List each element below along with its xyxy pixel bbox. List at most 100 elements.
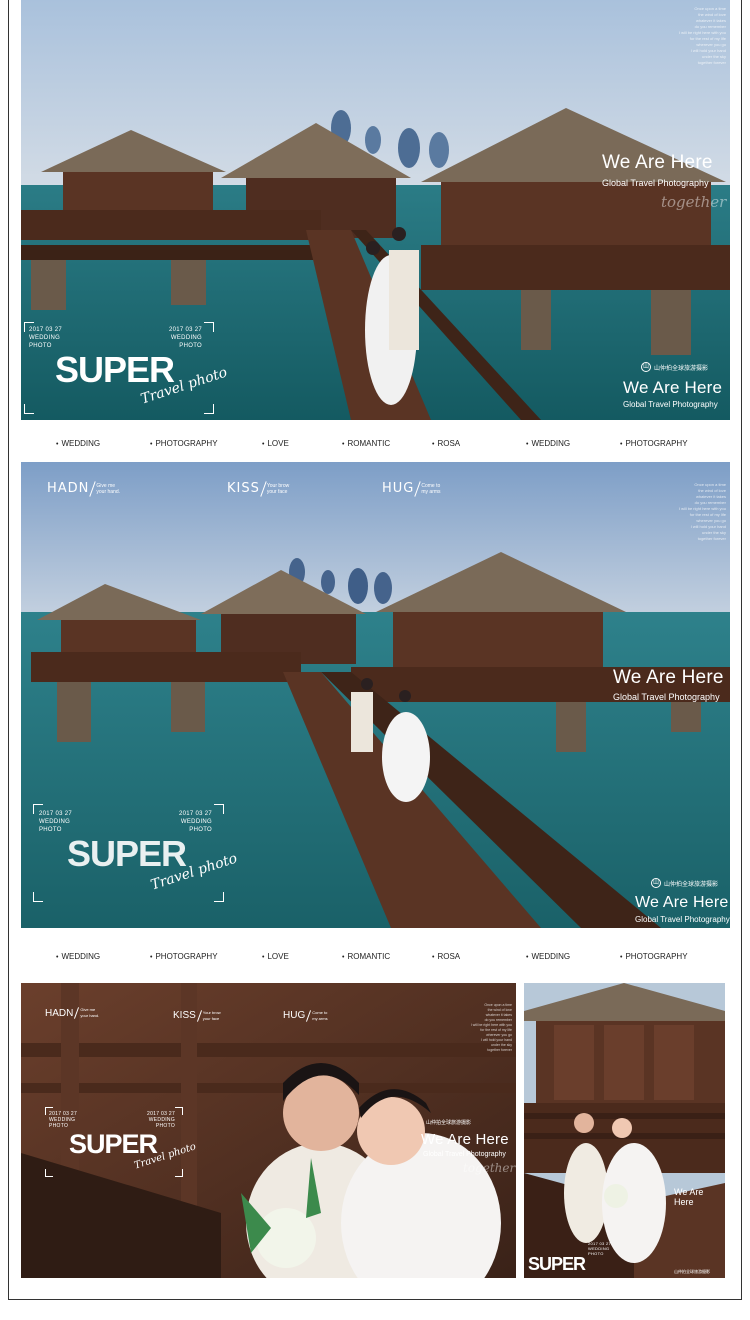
date-text-left: 2017 03 27 WEDDING PHOTO <box>49 1111 77 1129</box>
we-are-here-bottom: We Are Here <box>635 894 729 911</box>
date-text-right: 2017 03 27 WEDDING PHOTO <box>179 810 212 834</box>
wedding-photo-2: HADN Give me your hand. KISS Your brow your … <box>21 462 730 928</box>
date-text-right: 2017 03 27 WEDDING PHOTO <box>169 326 202 350</box>
keyword-big: HUG <box>382 481 415 497</box>
wedding-label: WEDDING <box>170 335 203 341</box>
studio-name: 山仲拍全球旅游摄影 <box>664 881 719 888</box>
frame-corner <box>214 892 224 902</box>
tag-row-2: WEDDING PHOTOGRAPHY LOVE ROMANTIC ROSA W… <box>20 952 732 966</box>
keyword-big: KISS <box>173 1010 196 1022</box>
date-label: 2017 03 27 <box>29 327 63 333</box>
poem-text: Once upon a time the wind of love whatev… <box>678 482 726 541</box>
date-text-left: 2017 03 27 WEDDING PHOTO <box>39 810 72 834</box>
keyword-sub-line: your face <box>266 488 288 495</box>
wedding-label: WEDDING <box>39 819 71 825</box>
keyword-divider <box>414 481 422 497</box>
tag-item: WEDDING <box>56 952 100 961</box>
studio-name: 山仲拍全球旅游摄影 <box>674 1269 710 1274</box>
poem-text: Once upon a time the wind of love whatev… <box>678 6 726 65</box>
frame-corner <box>175 1169 183 1177</box>
global-travel-text: Global Travel Photography <box>423 1151 506 1158</box>
keyword-sub: Your brow your face <box>267 483 289 495</box>
studio-name: 山仲拍全球旅游摄影 <box>426 1120 472 1126</box>
keyword-sub-line: Come to <box>312 1009 328 1015</box>
keyword-divider <box>89 481 97 497</box>
studio-logo: 山 山仲拍全球旅游摄影 <box>641 362 708 372</box>
super-title: SUPER <box>55 349 175 390</box>
keyword-sub: Come to my arms <box>312 1010 327 1022</box>
wedding-photo-1: Once upon a time the wind of love whatev… <box>21 0 730 420</box>
we-are-here-bottom: We Are Here <box>623 378 723 397</box>
keyword-hug: HUG Come to my arms <box>382 480 441 498</box>
global-travel-text: Global Travel Photography <box>613 692 720 702</box>
keyword-kiss: KISS Your brow your face <box>227 480 289 498</box>
keyword-sub-line: your hand. <box>80 1013 100 1018</box>
keyword-sub: Come to my arms <box>421 483 440 495</box>
we-are-here-title: We Are Here <box>421 1131 509 1148</box>
date-text-right: 2017 03 27 WEDDING PHOTO <box>147 1111 175 1129</box>
tag-item: WEDDING <box>526 439 570 448</box>
we-are-here-title: We Are Here <box>674 1187 704 1207</box>
wedding-photo-4: We Are Here SUPER 2017 03 27 WEDDING PHO… <box>524 983 725 1278</box>
keyword-sub-line: my arms <box>312 1015 328 1021</box>
studio-logo: 山仲拍全球旅游摄影 <box>426 1119 471 1126</box>
tag-item: ROMANTIC <box>342 439 390 448</box>
keyword-big: HADN <box>45 1007 74 1019</box>
keyword-divider <box>74 1007 80 1019</box>
keyword-sub-line: your hand. <box>96 488 121 495</box>
we-are-here-title: We Are Here <box>613 667 724 688</box>
wedding-photo-3: HADN Give me your hand. KISS Your brow your … <box>21 983 516 1278</box>
wedding-label: WEDDING <box>29 335 61 341</box>
studio-name: 山仲拍全球旅游摄影 <box>654 365 709 372</box>
keyword-hadn: HADN Give me your hand. <box>47 480 120 498</box>
keyword-sub-line: Give me <box>80 1007 96 1012</box>
keyword-big: HADN <box>47 481 90 497</box>
global-travel-text: Global Travel Photography <box>602 178 709 188</box>
global-travel-bottom: Global Travel Photography <box>635 915 730 924</box>
date-text-right: 2017 03 27 WEDDING PHOTO <box>588 1241 611 1256</box>
tag-item: WEDDING <box>526 952 570 961</box>
frame-corner <box>214 804 224 814</box>
tag-item: PHOTOGRAPHY <box>620 439 687 448</box>
super-title: SUPER <box>69 1129 158 1159</box>
tag-item: LOVE <box>262 952 288 961</box>
tag-row-1: WEDDING PHOTOGRAPHY LOVE ROMANTIC ROSA W… <box>20 439 732 453</box>
keyword-divider <box>306 1009 312 1022</box>
keyword-hug: HUG Come to my arms <box>283 1007 328 1025</box>
tag-item: ROMANTIC <box>342 952 390 961</box>
studio-logo: 山 山仲拍全球旅游摄影 <box>651 878 718 888</box>
frame-corner <box>45 1169 53 1177</box>
date-label: 2017 03 27 <box>39 811 73 817</box>
keyword-divider <box>196 1009 202 1022</box>
photo-4-scene <box>524 983 725 1278</box>
tag-item: PHOTOGRAPHY <box>150 952 217 961</box>
keyword-sub: Your brow your face <box>203 1010 221 1022</box>
date-text-left: 2017 03 27 WEDDING PHOTO <box>29 326 62 350</box>
photo-label: PHOTO <box>588 1251 604 1256</box>
keyword-divider <box>260 481 267 497</box>
studio-logo-icon: 山 <box>641 362 651 372</box>
frame-corner <box>24 404 34 414</box>
keyword-kiss: KISS Your brow your face <box>173 1007 221 1025</box>
frame-corner <box>33 892 43 902</box>
poem-text: Once upon a time the wind of love whatev… <box>470 1003 512 1052</box>
tag-item: LOVE <box>262 439 288 448</box>
we-are-here-title: We Are Here <box>602 152 713 173</box>
together-text: together <box>463 1161 516 1175</box>
tag-item: WEDDING <box>56 439 100 448</box>
date-label: 2017 03 27 <box>179 811 213 817</box>
keyword-sub-line: Your brow <box>202 1009 221 1015</box>
frame-corner <box>175 1107 183 1115</box>
tag-item: PHOTOGRAPHY <box>150 439 217 448</box>
studio-logo-icon: 山 <box>651 878 661 888</box>
global-travel-bottom: Global Travel Photography <box>623 400 718 409</box>
studio-logo: 山仲拍全球旅游摄影 <box>674 1269 710 1275</box>
keyword-sub: Give me your hand. <box>80 1007 99 1019</box>
tag-item: PHOTOGRAPHY <box>620 952 687 961</box>
keyword-sub: Give me your hand. <box>96 483 120 495</box>
wedding-label: WEDDING <box>180 819 213 825</box>
keyword-sub-line: your face <box>202 1015 220 1021</box>
date-label: 2017 03 27 <box>169 327 203 333</box>
keyword-big: KISS <box>227 481 260 497</box>
tag-item: ROSA <box>432 439 460 448</box>
